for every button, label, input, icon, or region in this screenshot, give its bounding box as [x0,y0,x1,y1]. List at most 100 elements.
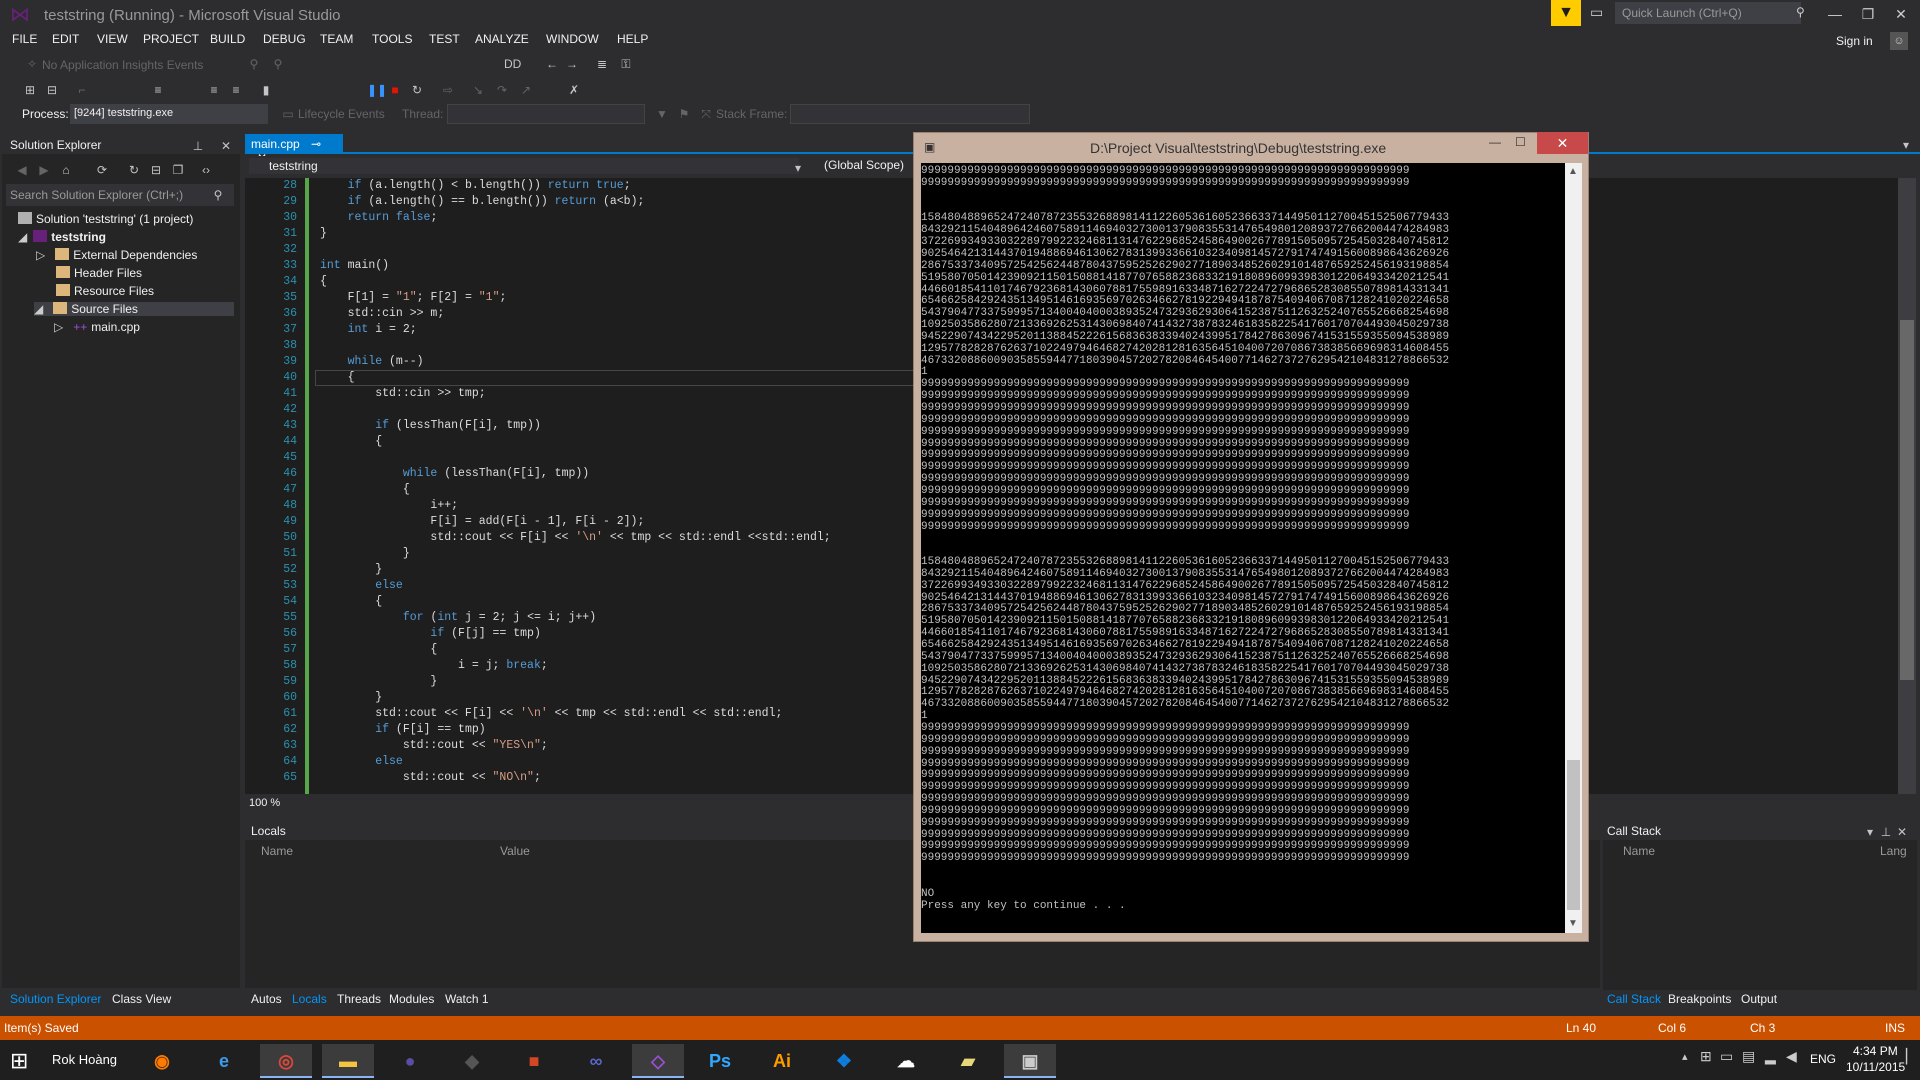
console-scrollbar-thumb[interactable] [1567,760,1580,910]
keyboard-icon[interactable]: ▤ [1742,1048,1755,1065]
taskbar-user-name[interactable]: Rok Hoàng [52,1052,117,1067]
code-line[interactable]: while (m--) [320,354,424,370]
scope-dropdown[interactable]: (Global Scope) [824,158,924,172]
code-line[interactable]: } [320,226,327,242]
collapse-all-icon[interactable]: ⊟ [148,162,164,178]
console-maximize-button[interactable]: ☐ [1515,135,1526,149]
code-line[interactable]: { [320,594,382,610]
code-line[interactable]: if (a.length() == b.length()) return (a<… [320,194,645,210]
code-line[interactable]: i++; [320,498,458,514]
code-line[interactable]: std::cout << F[i] << '\n' << tmp << std:… [320,530,830,546]
minimize-button[interactable]: — [1820,2,1850,26]
tab-locals[interactable]: Locals [292,992,327,1006]
taskbar-file-explorer-icon[interactable]: ▬ [322,1044,374,1078]
tree-project[interactable]: ◢ teststring [18,230,106,244]
step-over-icon[interactable]: ↷ [494,82,510,98]
locals-column-value[interactable]: Value [500,844,530,858]
taskbar-firefox-icon[interactable]: ◉ [136,1044,188,1078]
code-line[interactable]: for (int j = 2; j <= i; j++) [320,610,596,626]
close-button[interactable]: ✕ [1886,2,1916,26]
taskbar-app-wolf-icon[interactable]: ◆ [446,1044,498,1078]
windows-start-icon[interactable]: ⊞ [10,1048,28,1074]
taskbar-chrome-icon[interactable]: ◎ [260,1044,312,1078]
clock-date[interactable]: 10/11/2015 [1846,1060,1905,1074]
process-dropdown[interactable]: [9244] teststring.exe [70,104,268,124]
align-icon[interactable]: ≡ [150,82,166,98]
menu-file[interactable]: FILE [12,32,37,46]
network-icon[interactable]: ▂ [1765,1048,1776,1065]
stack-frame-dropdown[interactable] [790,104,1030,124]
pin-icon[interactable]: ⊸ [311,137,321,151]
detach-icon[interactable]: ⊟ [44,82,60,98]
tree-solution[interactable]: Solution 'teststring' (1 project) [18,212,193,226]
tab-autos[interactable]: Autos [251,992,282,1006]
input-language[interactable]: ENG [1810,1052,1836,1066]
step-into-icon[interactable]: ↘ [470,82,486,98]
tab-threads[interactable]: Threads [337,992,381,1006]
restart-icon[interactable]: ↻ [409,82,425,98]
code-line[interactable]: else [320,578,403,594]
zoom-dropdown[interactable]: 100 % [249,797,280,809]
code-line[interactable]: if (a.length() < b.length()) return true… [320,178,631,194]
sign-in-link[interactable]: Sign in [1836,34,1873,48]
tab-breakpoints[interactable]: Breakpoints [1668,992,1731,1006]
thread-dropdown[interactable] [447,104,645,124]
close-panel-icon[interactable]: ✕ [218,138,234,154]
navigate-back-icon[interactable]: ← [544,56,560,72]
step-out-icon[interactable]: ↗ [518,82,534,98]
locals-column-name[interactable]: Name [261,844,293,858]
code-line[interactable]: while (lessThan(F[i], tmp)) [320,466,589,482]
volume-icon[interactable]: ◀ [1786,1048,1797,1065]
code-line[interactable]: if (F[i] == tmp) [320,722,485,738]
tree-resource-files[interactable]: Resource Files [56,284,154,298]
menu-team[interactable]: TEAM [320,32,353,46]
project-dropdown[interactable]: teststring [249,158,799,174]
tree-header-files[interactable]: Header Files [56,266,142,280]
code-line[interactable]: std::cout << "NO\n"; [320,770,541,786]
hex-display-icon[interactable]: DD [504,56,521,72]
code-line[interactable]: } [320,690,382,706]
home-icon[interactable]: ⌂ [58,162,74,178]
forward-icon[interactable]: ▶ [36,162,52,178]
hex-toggle-icon[interactable]: ✗ [566,82,582,98]
call-stack-column-name[interactable]: Name [1623,844,1655,858]
code-line[interactable]: } [320,674,437,690]
tab-modules[interactable]: Modules [389,992,434,1006]
tab-output[interactable]: Output [1741,992,1777,1006]
search-icon[interactable]: ⚲ [1796,5,1805,19]
pin-icon[interactable]: ⊥ [1878,824,1894,840]
tab-class-view[interactable]: Class View [112,992,171,1006]
menu-debug[interactable]: DEBUG [263,32,306,46]
show-hidden-icons-icon[interactable]: ▴ [1682,1050,1688,1063]
chevron-down-icon[interactable]: ▾ [1862,824,1878,840]
code-line[interactable]: return false; [320,210,438,226]
monitor-icon[interactable]: ▭ [1720,1048,1733,1065]
taskbar-notes-icon[interactable]: ▰ [942,1044,994,1078]
tree-external-dependencies[interactable]: ▷ External Dependencies [36,248,197,262]
code-line[interactable]: { [320,370,355,386]
code-line[interactable]: if (lessThan(F[i], tmp)) [320,418,541,434]
show-next-statement-icon[interactable]: ⇨ [440,82,456,98]
comment-icon[interactable]: ≡ [206,82,222,98]
scroll-down-icon[interactable]: ▼ [1568,918,1578,929]
code-line[interactable]: std::cin >> m; [320,306,445,322]
code-line[interactable]: std::cout << "YES\n"; [320,738,548,754]
code-line[interactable]: int main() [320,258,389,274]
pin-icon[interactable]: ⊥ [190,138,206,154]
restore-button[interactable]: ❐ [1853,2,1883,26]
code-line[interactable]: F[i] = add(F[i - 1], F[i - 2]); [320,514,644,530]
taskbar-illustrator-icon[interactable]: Ai [756,1044,808,1078]
navigate-forward-icon[interactable]: → [564,56,580,72]
taskbar-dropbox-icon[interactable]: ❖ [818,1044,870,1078]
search-icon[interactable]: ⚲ [210,187,226,203]
code-line[interactable]: { [320,434,382,450]
menu-edit[interactable]: EDIT [52,32,79,46]
notification-flag-icon[interactable]: ▼ [1551,0,1581,26]
console-output[interactable]: 9999999999999999999999999999999999999999… [921,163,1565,933]
list-icon[interactable]: ≣ [594,56,610,72]
tab-overflow-icon[interactable]: ▾ [1898,137,1914,153]
code-line[interactable]: i = j; break; [320,658,548,674]
taskbar-eclipse-icon[interactable]: ● [384,1044,436,1078]
code-line[interactable]: { [320,274,327,290]
step-icon[interactable]: ⌐ [74,82,90,98]
